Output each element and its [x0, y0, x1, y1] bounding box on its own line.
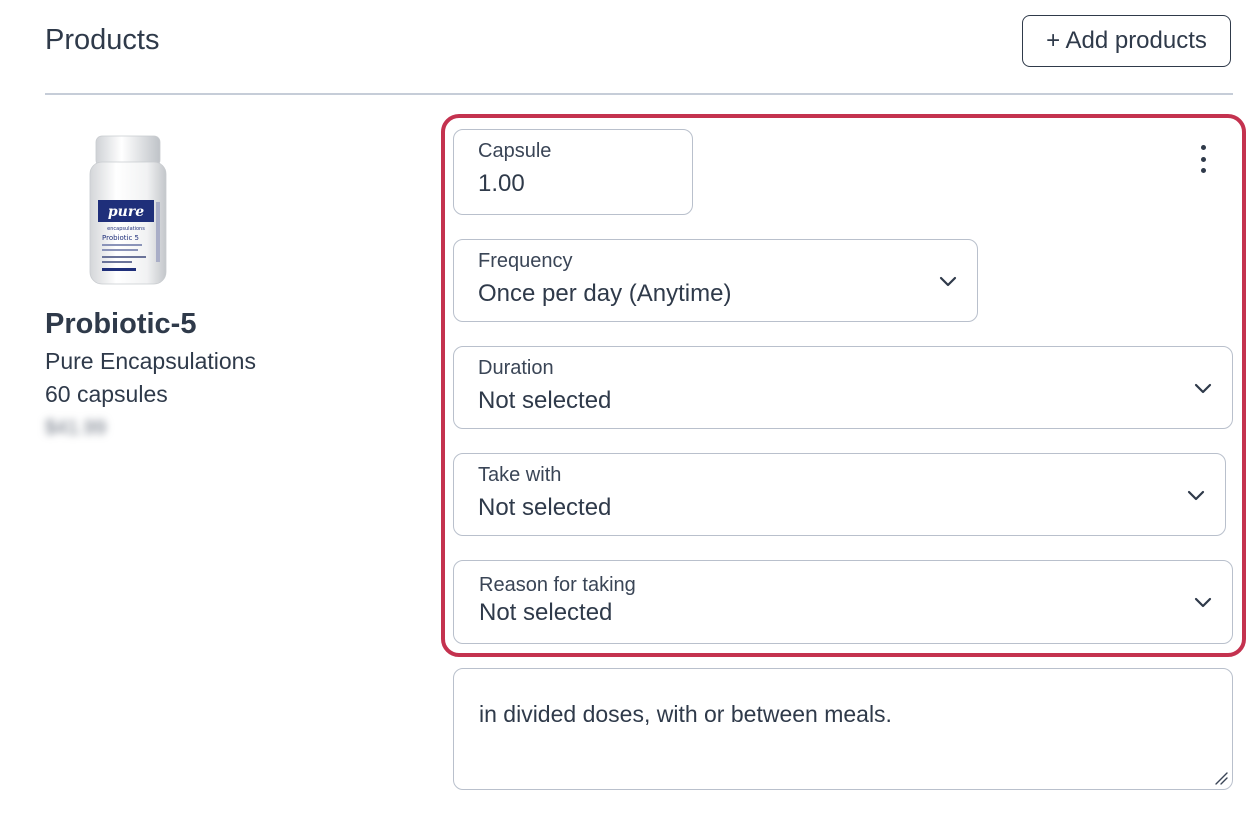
chevron-down-icon: [1187, 490, 1205, 501]
instructions-text: in divided doses, with or between meals.: [479, 701, 892, 727]
chevron-down-icon: [939, 276, 957, 287]
page-title: Products: [45, 24, 160, 56]
product-brand: Pure Encapsulations: [45, 348, 256, 374]
bottle-brand-text: pure: [108, 204, 144, 220]
duration-value: Not selected: [478, 387, 612, 414]
product-price: $41.99: [45, 417, 107, 439]
reason-value: Not selected: [479, 599, 613, 626]
reason-label: Reason for taking: [479, 574, 636, 596]
take-with-select[interactable]: Take with Not selected: [453, 453, 1226, 536]
product-image: pure encapsulations Probiotic 5: [89, 135, 167, 285]
take-with-label: Take with: [478, 464, 562, 486]
more-options-icon[interactable]: [1193, 145, 1213, 173]
capsule-label: Capsule: [478, 140, 552, 162]
chevron-down-icon: [1194, 383, 1212, 394]
product-name: Probiotic-5: [45, 308, 197, 340]
duration-label: Duration: [478, 357, 554, 379]
capsule-quantity-field[interactable]: Capsule 1.00: [453, 129, 693, 215]
frequency-value: Once per day (Anytime): [478, 280, 732, 307]
product-size: 60 capsules: [45, 381, 168, 407]
bottle-product-text: Probiotic 5: [102, 234, 139, 242]
instructions-textarea[interactable]: in divided doses, with or between meals.: [453, 668, 1233, 790]
reason-for-taking-select[interactable]: Reason for taking Not selected: [453, 560, 1233, 644]
bottle-subbrand-text: encapsulations: [107, 226, 145, 232]
resize-handle-icon[interactable]: [1214, 771, 1228, 785]
frequency-select[interactable]: Frequency Once per day (Anytime): [453, 239, 978, 322]
duration-select[interactable]: Duration Not selected: [453, 346, 1233, 429]
add-products-button[interactable]: + Add products: [1022, 15, 1231, 67]
take-with-value: Not selected: [478, 494, 612, 521]
header-divider: [45, 93, 1233, 95]
frequency-label: Frequency: [478, 250, 573, 272]
chevron-down-icon: [1194, 597, 1212, 608]
capsule-value[interactable]: 1.00: [478, 170, 525, 198]
